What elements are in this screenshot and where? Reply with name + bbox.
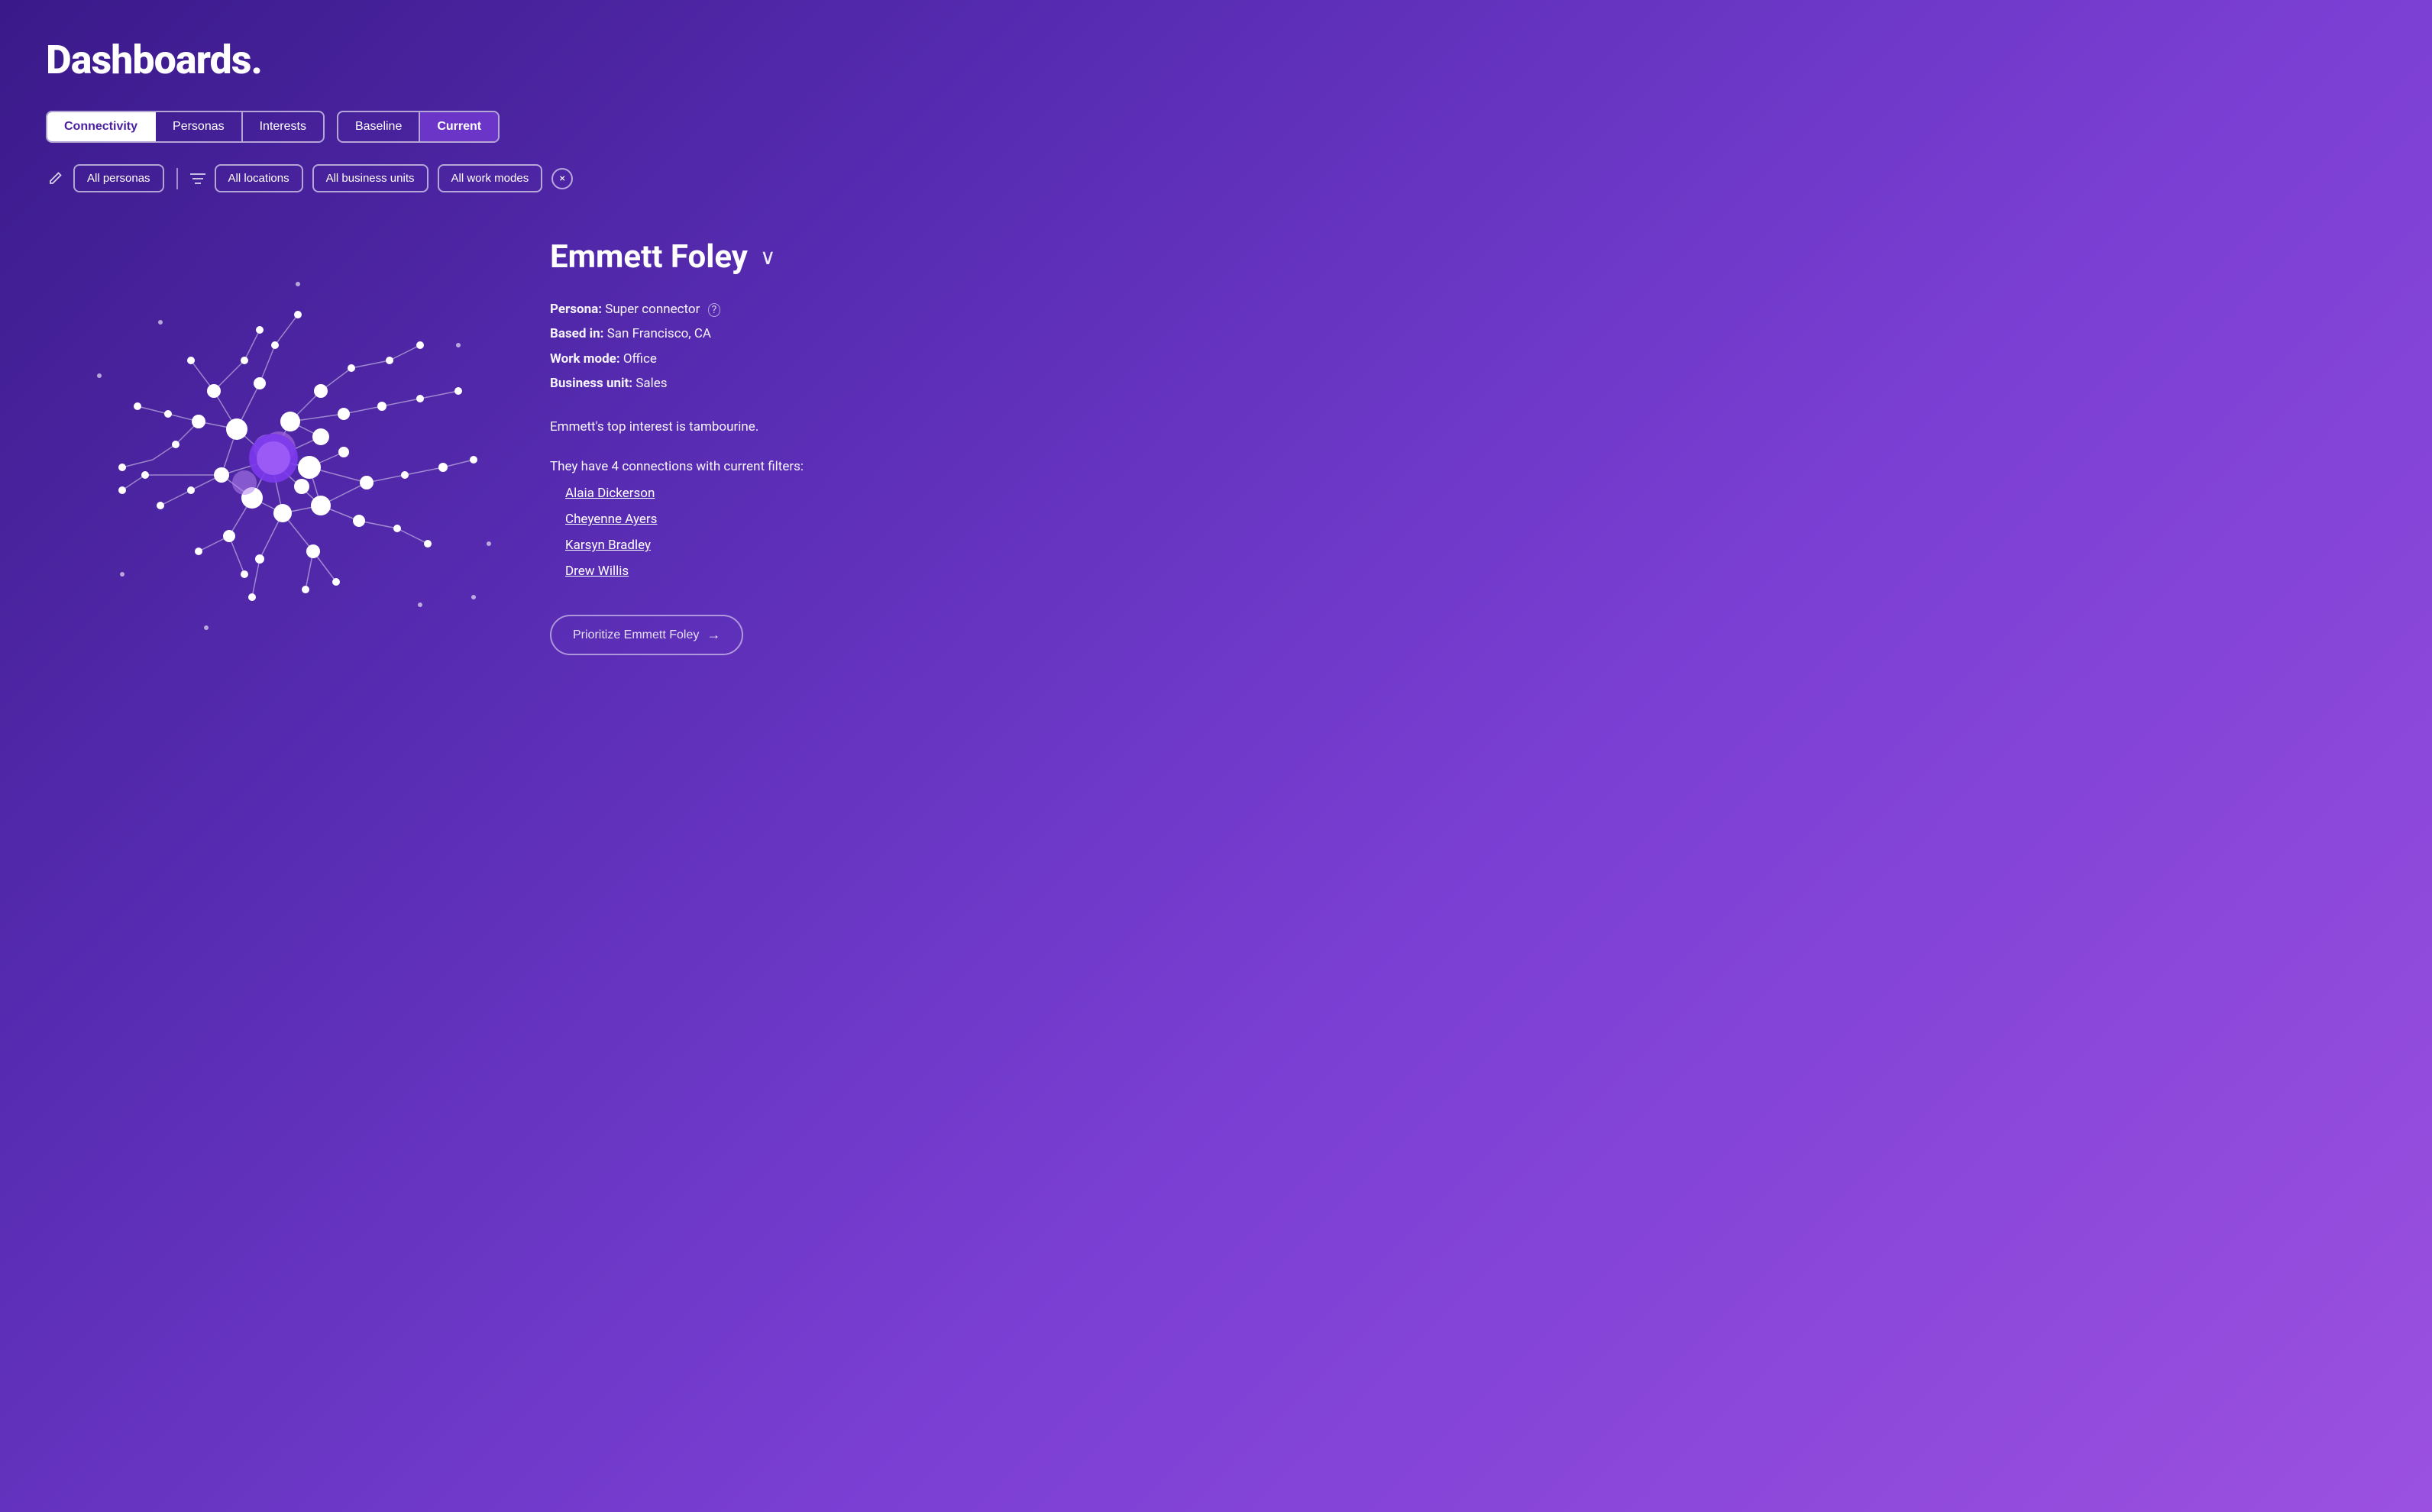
personas-filter[interactable]: All personas (73, 164, 164, 192)
business-unit-label: Business unit: (550, 376, 632, 391)
filter-divider (176, 168, 178, 189)
connections-intro: They have 4 connections with current fil… (550, 459, 1024, 474)
interest-value-2: tambourine (689, 419, 755, 435)
person-selector-chevron[interactable]: ∨ (760, 244, 776, 270)
connections-prefix: They have (550, 459, 608, 474)
persona-label: Persona: (550, 302, 602, 317)
filters-row: All personas All locations All business … (46, 164, 1024, 192)
detail-panel: Emmett Foley ∨ Persona: Super connector … (550, 223, 1024, 655)
interest-suffix: . (755, 419, 758, 435)
based-in-label: Based in: (550, 326, 603, 341)
person-name: Emmett Foley (550, 238, 748, 276)
connection-item: Cheyenne Ayers (565, 506, 1024, 532)
work-mode-value: Office (623, 351, 657, 367)
business-units-filter[interactable]: All business units (312, 164, 429, 192)
tab-interests[interactable]: Interests (243, 112, 323, 141)
work-modes-filter[interactable]: All work modes (438, 164, 543, 192)
clear-filters-button[interactable]: × (551, 168, 573, 189)
connection-item: Alaia Dickerson (565, 480, 1024, 506)
tabs-row: Connectivity Personas Interests Baseline… (46, 111, 1024, 143)
arrow-icon: → (707, 627, 720, 643)
edit-icon[interactable] (46, 170, 64, 188)
persona-line: Persona: Super connector ? (550, 297, 1024, 321)
prioritize-label: Prioritize Emmett Foley (573, 628, 699, 642)
tab-current[interactable]: Current (420, 112, 498, 141)
filter-icon (190, 173, 205, 185)
interest-prefix: Emmett's top interest is (550, 419, 686, 435)
connections-count: 4 (612, 459, 623, 474)
connection-item: Karsyn Bradley (565, 532, 1024, 558)
connections-list: Alaia Dickerson Cheyenne Ayers Karsyn Br… (550, 480, 1024, 584)
person-name-row: Emmett Foley ∨ (550, 238, 1024, 276)
connection-link-4[interactable]: Drew Willis (565, 564, 629, 579)
info-icon: ? (708, 303, 721, 317)
tab-baseline[interactable]: Baseline (338, 112, 420, 141)
tab-group-main: Connectivity Personas Interests (46, 111, 325, 143)
locations-filter[interactable]: All locations (215, 164, 303, 192)
network-graph[interactable] (46, 223, 504, 666)
business-unit-line: Business unit: Sales (550, 371, 1024, 396)
prioritize-button[interactable]: Prioritize Emmett Foley → (550, 615, 743, 655)
business-unit-value: Sales (635, 376, 667, 391)
connection-link-1[interactable]: Alaia Dickerson (565, 486, 655, 501)
location-value: San Francisco, CA (607, 326, 711, 341)
work-mode-label: Work mode: (550, 351, 620, 367)
tab-group-time: Baseline Current (337, 111, 500, 143)
tab-personas[interactable]: Personas (156, 112, 243, 141)
connection-item: Drew Willis (565, 558, 1024, 584)
tab-connectivity[interactable]: Connectivity (47, 112, 156, 141)
interest-text: Emmett's top interest is tambourine. (550, 417, 1024, 438)
main-content: Emmett Foley ∨ Persona: Super connector … (46, 223, 1024, 666)
connection-link-3[interactable]: Karsyn Bradley (565, 538, 651, 553)
work-mode-line: Work mode: Office (550, 347, 1024, 371)
persona-value: Super connector (605, 302, 700, 317)
connection-link-2[interactable]: Cheyenne Ayers (565, 512, 657, 527)
connections-middle: connections with current filters: (622, 459, 804, 474)
location-line: Based in: San Francisco, CA (550, 321, 1024, 346)
person-details: Persona: Super connector ? Based in: San… (550, 297, 1024, 396)
page-title: Dashboards. (46, 37, 1024, 83)
